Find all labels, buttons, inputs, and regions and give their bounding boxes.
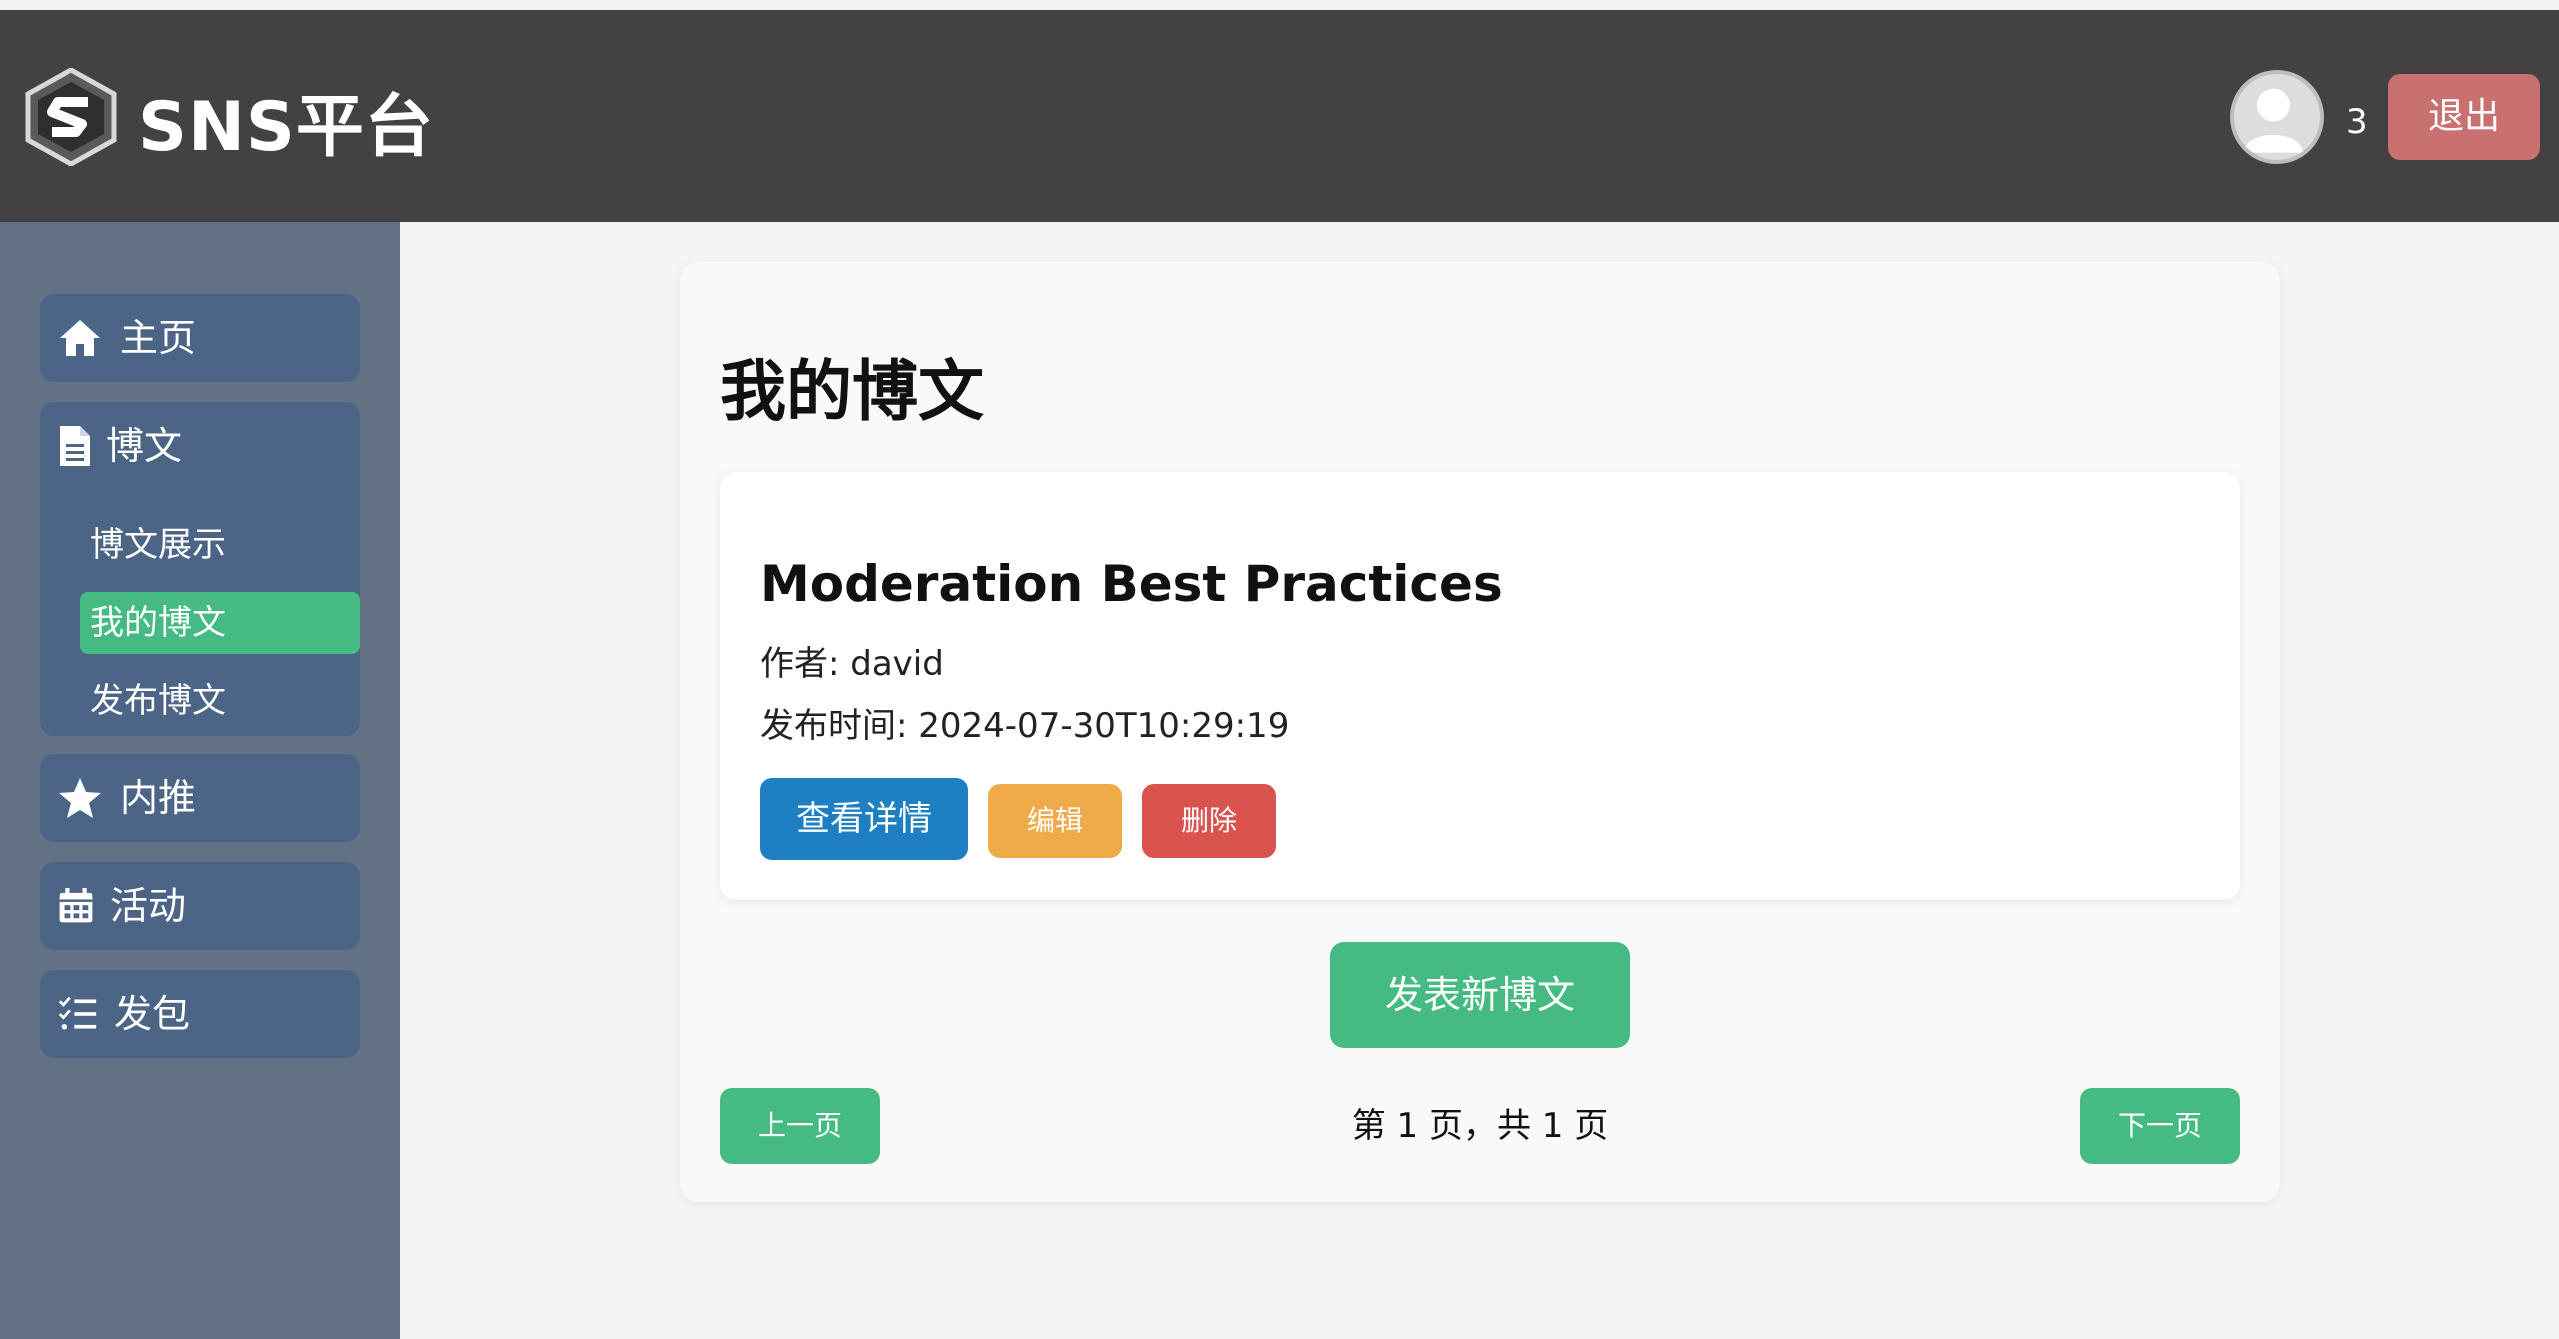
view-details-button[interactable]: 查看详情 (760, 778, 968, 860)
checklist-icon (58, 996, 97, 1030)
sidebar-item-label: 发包 (114, 992, 191, 1036)
delete-button[interactable]: 删除 (1142, 784, 1276, 858)
new-post-button[interactable]: 发表新博文 (1330, 942, 1630, 1048)
sidebar-item-label: 主页 (120, 316, 197, 360)
sidebar-item-blog[interactable]: 博文 (40, 402, 360, 490)
post-card: Moderation Best Practices 作者: david 发布时间… (720, 472, 2240, 900)
home-icon (60, 320, 100, 356)
pagination-info: 第 1 页，共 1 页 (1351, 1106, 1609, 1146)
logo-icon (25, 68, 117, 166)
page-title: 我的博文 (720, 353, 984, 430)
user-count: 3 (2346, 102, 2368, 142)
sidebar-item-label: 博文 (106, 424, 183, 468)
edit-button[interactable]: 编辑 (988, 784, 1122, 858)
brand-title: SNS平台 (138, 88, 434, 167)
logout-button[interactable]: 退出 (2388, 74, 2540, 160)
document-icon (60, 426, 90, 466)
sidebar-item-home[interactable]: 主页 (40, 294, 360, 382)
sidebar-group-blog: 博文 博文展示 我的博文 发布博文 (40, 402, 360, 736)
sidebar-subitem-my-blogs[interactable]: 我的博文 (80, 592, 360, 654)
next-page-button[interactable]: 下一页 (2080, 1088, 2240, 1164)
top-header: SNS平台 3 退出 (0, 10, 2559, 222)
sidebar-item-packages[interactable]: 发包 (40, 970, 360, 1058)
post-author: 作者: david (760, 644, 944, 684)
prev-page-button[interactable]: 上一页 (720, 1088, 880, 1164)
main-content-card: 我的博文 Moderation Best Practices 作者: david… (680, 262, 2280, 1202)
sidebar-subitem-blog-list[interactable]: 博文展示 (80, 514, 360, 576)
sidebar-item-label: 活动 (110, 884, 187, 928)
star-icon (59, 778, 101, 818)
user-avatar[interactable] (2230, 70, 2324, 164)
sidebar-item-activities[interactable]: 活动 (40, 862, 360, 950)
sidebar: 主页 博文 博文展示 我的博文 发布博文 内推 活动 发包 (0, 222, 400, 1339)
calendar-icon (59, 888, 93, 923)
sidebar-item-label: 内推 (120, 776, 197, 820)
sidebar-subitem-publish-blog[interactable]: 发布博文 (80, 670, 360, 732)
sidebar-item-referral[interactable]: 内推 (40, 754, 360, 842)
post-published-time: 发布时间: 2024-07-30T10:29:19 (760, 706, 1290, 746)
app-root: SNS平台 3 退出 主页 博文 博文展示 我的博文 发布博文 内推 活动 发包… (0, 0, 2559, 1339)
user-icon (2243, 88, 2304, 153)
post-title: Moderation Best Practices (760, 555, 1503, 613)
